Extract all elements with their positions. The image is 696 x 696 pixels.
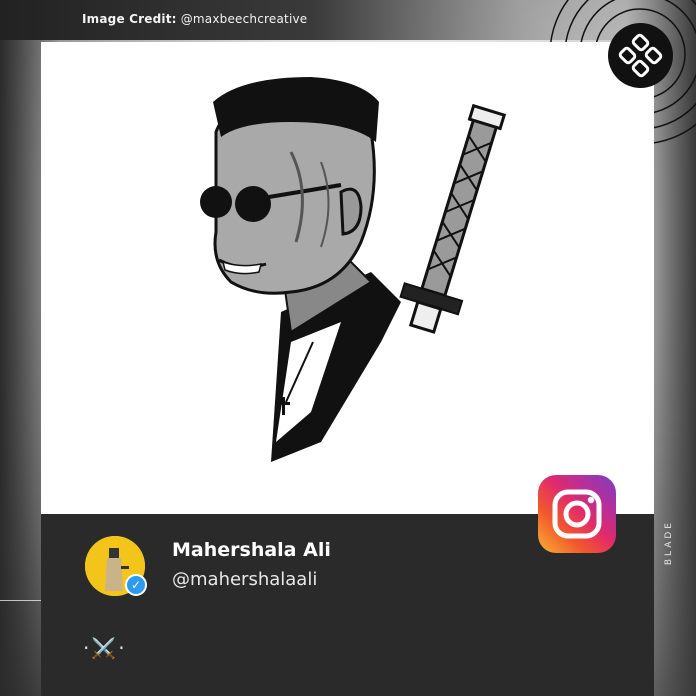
left-divider-line (0, 600, 41, 601)
profile-handle[interactable]: @mahershalaali (172, 569, 317, 590)
profile-bio: ·⚔️· (83, 636, 127, 660)
instagram-glyph (552, 489, 602, 539)
image-credit-handle: @maxbeechcreative (180, 12, 308, 26)
avatar[interactable]: ✓ (85, 536, 147, 596)
verified-badge-icon: ✓ (125, 574, 147, 596)
site-logo-glyph (618, 33, 663, 78)
illustration-area (41, 42, 654, 514)
gamepad-logo-icon[interactable] (608, 23, 673, 88)
profile-name[interactable]: Mahershala Ali (172, 539, 331, 561)
side-watermark-text: BLADE (664, 520, 674, 566)
instagram-icon[interactable] (538, 475, 616, 553)
image-credit-label: Image Credit: (82, 12, 177, 26)
blade-illustration (200, 77, 507, 462)
image-credit: Image Credit: @maxbeechcreative (82, 12, 307, 26)
post-card: ✓ Mahershala Ali @mahershalaali ·⚔️· (41, 42, 654, 696)
